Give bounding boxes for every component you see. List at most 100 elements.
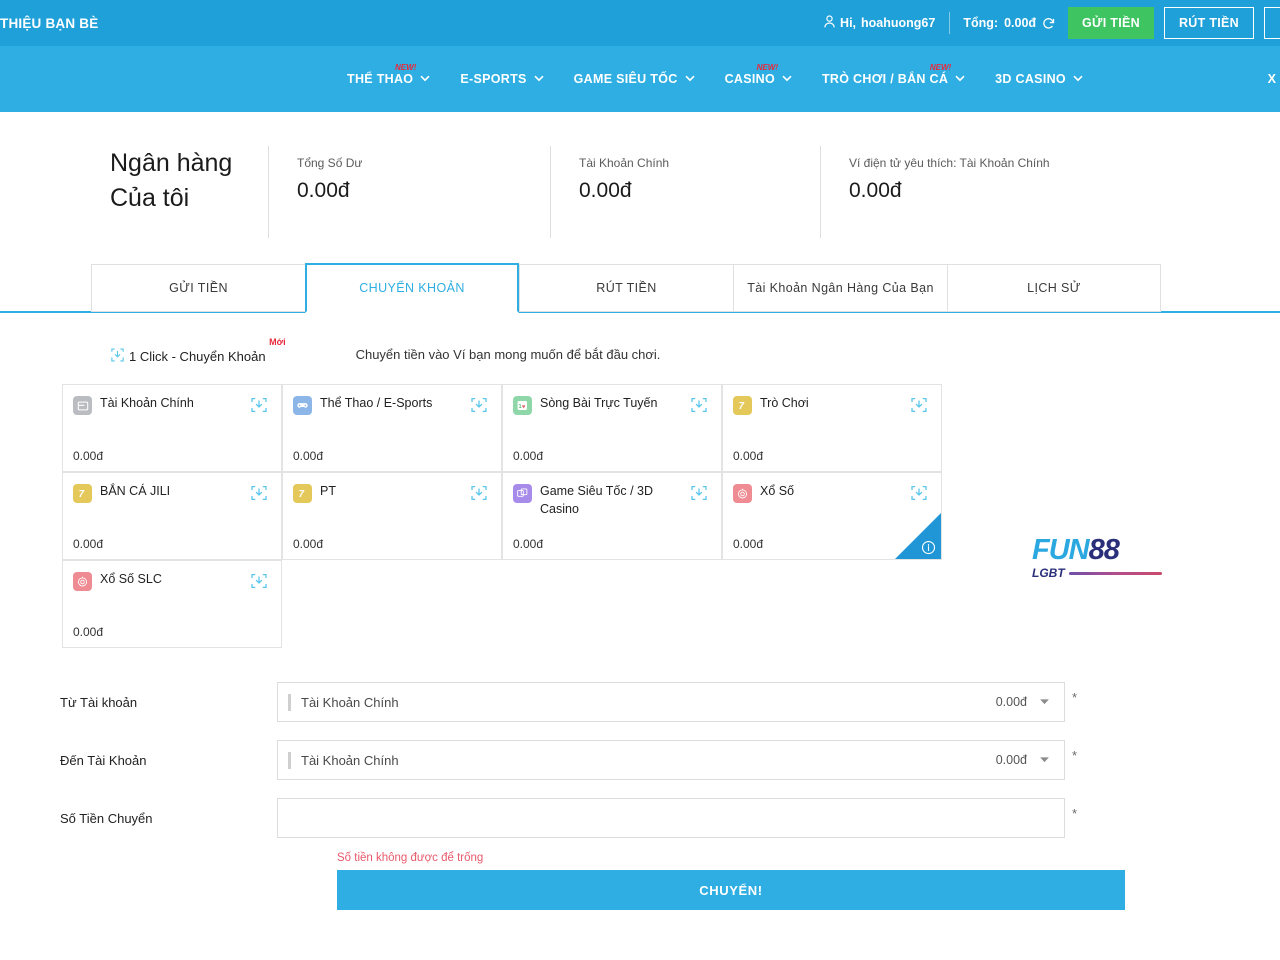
nav-list: THỂ THAO NEW! E-SPORTS GAME SIÊU TỐC CAS… [197,63,1083,86]
slot-seven-icon: 7 [293,484,312,503]
chevron-down-icon [684,75,695,84]
wallet-balance: 0.00đ [293,537,324,551]
svg-text:7: 7 [739,401,745,412]
page-content: Ngân hàng Của tôi Tổng Số Dư 0.00đ Tài K… [0,112,1280,910]
wallet-transfer-icon[interactable] [689,395,709,415]
to-account-value: Tài Khoản Chính [301,752,399,768]
nav-label: TRÒ CHƠI / BẮN CÁ [821,72,949,86]
amount-input[interactable] [277,798,1065,838]
chevron-down-icon [534,75,544,84]
total-value: 0.00đ [1004,16,1037,30]
nav-item-game-sieu-toc[interactable]: GAME SIÊU TỐC [574,72,695,86]
user-greeting[interactable]: Hi, hoahuong67 [824,12,951,34]
wallet-transfer-icon[interactable] [689,483,709,503]
nav-item-esports[interactable]: E-SPORTS [460,72,544,86]
transfer-form: Từ Tài khoản Tài Khoản Chính 0.00đ * Đến… [0,682,1280,910]
tab-gui-tien[interactable]: GỬI TIỀN [91,264,305,312]
to-account-select[interactable]: Tài Khoản Chính 0.00đ [277,740,1065,780]
wallet-name: BẮN CÁ JILI [100,484,171,498]
summary-value: 0.00đ [849,179,902,202]
brand-wordmark: FUN88 [1032,536,1162,565]
wallet-transfer-icon[interactable] [909,395,929,415]
chevron-down-icon [1073,75,1083,84]
select-accent-bar [288,751,291,769]
submit-wrap: CHUYỂN! [337,870,1125,910]
nav-item-casino[interactable]: CASINO NEW! [725,63,792,86]
wallet-card-song-bai-truc-tuyen[interactable]: 1 ♥ Sòng Bài Trực Tuyến 0.00đ [502,384,722,472]
one-click-transfer-button[interactable]: 1 Click - Chuyển Khoản Mới [110,337,286,366]
wallet-card-ban-ca-jili[interactable]: 7 BẮN CÁ JILI 0.00đ [62,472,282,560]
gamepad-icon [293,396,312,415]
nav-label: 3D CASINO [995,72,1066,86]
dice-3d-icon [513,484,532,503]
top-bar: THIỆU BẠN BÈ Hi, hoahuong67 Tổng: 0.00đ [0,0,1280,46]
page-title-line2: Của tôi [110,183,190,212]
page-title-line1: Ngân hàng [110,149,233,177]
wallet-transfer-icon[interactable] [249,571,269,591]
fun88-logo: FUN88 LGBT [1032,536,1162,580]
wallet-card-xo-so-slc[interactable]: Xổ Số SLC 0.00đ [62,560,282,648]
deposit-button[interactable]: GỬI TIỀN [1068,7,1154,39]
wallet-transfer-icon[interactable] [469,395,489,415]
wallet-balance: 0.00đ [73,449,104,463]
nav-item-overflow[interactable]: X [1268,72,1276,86]
wallet-card-the-thao-esports[interactable]: Thể Thao / E-Sports 0.00đ [282,384,502,472]
wallet-card-tai-khoan-chinh[interactable]: Tài Khoản Chính 0.00đ [62,384,282,472]
wallet-transfer-icon[interactable] [249,483,269,503]
summary-main-account: Tài Khoản Chính 0.00đ [550,146,820,238]
one-click-hint: Chuyển tiền vào Ví bạn mong muốn để bắt … [355,347,661,362]
from-account-amount: 0.00đ [995,695,1027,709]
from-account-select[interactable]: Tài Khoản Chính 0.00đ [277,682,1065,722]
one-click-row: 1 Click - Chuyển Khoản Mới Chuyển tiền v… [0,313,1280,366]
chevron-down-icon [1039,697,1050,708]
chevron-down-icon [955,75,965,84]
referral-link[interactable]: THIỆU BẠN BÈ [0,16,98,31]
wallet-card-xo-so[interactable]: Xổ Số 0.00đ [722,472,942,560]
lottery-ball-icon [733,484,752,503]
summary-label: Tài Khoản Chính [579,156,670,170]
wallet-transfer-icon[interactable] [469,483,489,503]
select-accent-bar [288,693,291,711]
wallet-balance: 0.00đ [733,537,764,551]
wallet-transfer-icon[interactable] [909,483,929,503]
summary-favorite-wallet: Ví điện tử yêu thích: Tài Khoản Chính 0.… [820,146,1120,238]
wallet-name: Game Siêu Tốc / 3D Casino [540,484,654,516]
wallet-balance: 0.00đ [293,449,324,463]
tab-chuyen-khoan[interactable]: CHUYỂN KHOẢN [305,263,519,313]
user-icon [824,15,835,31]
form-row-from-account: Từ Tài khoản Tài Khoản Chính 0.00đ * [0,682,1280,722]
nav-item-the-thao[interactable]: THỂ THAO NEW! [347,63,430,86]
wallet-card-tro-choi[interactable]: 7 Trò Chơi 0.00đ [722,384,942,472]
transfer-submit-button[interactable]: CHUYỂN! [337,870,1125,910]
tab-rut-tien[interactable]: RÚT TIỀN [519,264,733,312]
amount-error-message: Số tiền không được để trống [337,852,484,864]
wallet-name: Xổ Số SLC [100,572,162,586]
amount-label: Số Tiền Chuyển [60,810,153,826]
svg-text:7: 7 [79,489,85,500]
wallet-grid: Tài Khoản Chính 0.00đ Thể Thao / E-Sport… [62,384,942,648]
wallet-name: Trò Chơi [760,396,809,410]
brand-subline: LGBT [1032,566,1162,580]
nav-item-tro-choi-ban-ca[interactable]: TRÒ CHƠI / BẮN CÁ NEW! [821,63,965,86]
required-mark: * [1072,690,1078,705]
tab-lich-su[interactable]: LỊCH SỬ [947,264,1161,312]
wallet-card-game-sieu-toc-3d-casino[interactable]: Game Siêu Tốc / 3D Casino 0.00đ [502,472,722,560]
balance-summary: Ngân hàng Của tôi Tổng Số Dư 0.00đ Tài K… [0,112,1280,264]
summary-label: Ví điện tử yêu thích: Tài Khoản Chính [849,156,1050,170]
overflow-button-partial[interactable] [1264,7,1280,39]
info-icon[interactable] [921,540,936,555]
withdraw-button[interactable]: RÚT TIỀN [1163,7,1254,39]
username-text: hoahuong67 [861,16,936,30]
wallet-balance: 0.00đ [733,449,764,463]
brand-fun-text: FUN [1032,534,1090,566]
tab-tai-khoan-ngan-hang[interactable]: Tài Khoản Ngân Hàng Của Bạn [733,264,947,312]
nav-item-3d-casino[interactable]: 3D CASINO [995,72,1083,86]
wallet-transfer-icon[interactable] [249,395,269,415]
wallet-name: Thể Thao / E-Sports [320,396,433,410]
slot-seven-icon: 7 [733,396,752,415]
wallet-card-pt[interactable]: 7 PT 0.00đ [282,472,502,560]
summary-total-balance: Tổng Số Dư 0.00đ [268,146,550,238]
refresh-icon[interactable] [1042,17,1055,30]
svg-text:♥: ♥ [522,403,526,410]
new-badge: NEW! [756,63,778,72]
